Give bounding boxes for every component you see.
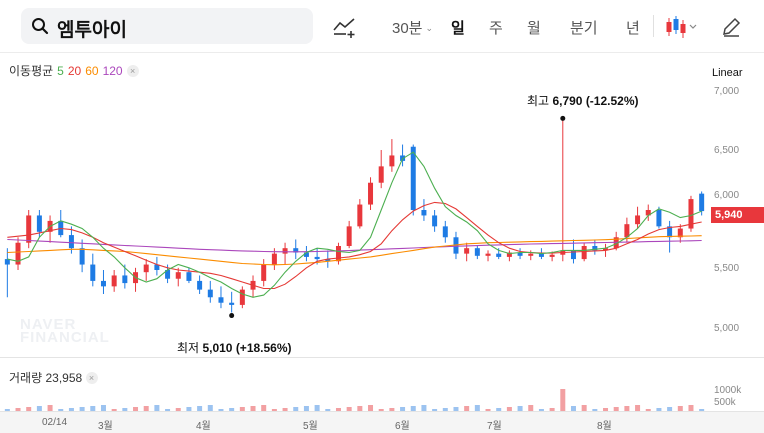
candle-body (271, 253, 277, 265)
x-label: 5월 (303, 421, 318, 432)
candle-body (421, 210, 427, 216)
candle-body (186, 272, 192, 281)
candle-body (239, 289, 245, 305)
candle-body (197, 280, 203, 290)
candle-body (464, 248, 470, 254)
candle-body (282, 248, 288, 254)
ma20-line (7, 201, 702, 290)
candle-body (389, 155, 395, 167)
candle-body (432, 215, 438, 227)
low-marker (229, 313, 235, 319)
x-label: 6월 (395, 421, 410, 432)
candle-body (175, 272, 181, 279)
close-icon[interactable]: × (85, 372, 98, 384)
candle-body (122, 275, 128, 284)
candle-body (496, 253, 502, 257)
candle-body (36, 215, 42, 232)
volume-bar (560, 389, 566, 411)
candle-body (229, 302, 235, 305)
price-tick: 7,000 (714, 86, 740, 97)
price-chart[interactable] (0, 0, 764, 433)
price-tick: 6,000 (714, 190, 740, 201)
candle-body (581, 246, 587, 260)
price-tick: 5,500 (714, 263, 740, 274)
candle-body (485, 253, 491, 256)
candle-body (68, 235, 74, 249)
price-tick: 5,000 (714, 323, 740, 334)
candle-body (218, 297, 224, 303)
current-price-tag: 5,940 (711, 207, 764, 223)
candle-body (635, 215, 641, 225)
pane-divider (0, 357, 764, 358)
volume-legend: 거래량 23,958 × (9, 369, 98, 386)
candle-body (528, 253, 534, 256)
candle-body (79, 248, 85, 265)
volume-tick: 500k (714, 397, 736, 408)
x-label: 3월 (98, 421, 113, 432)
high-annotation: 최고 6,790 (-12.52%) (527, 94, 639, 108)
x-label: 7월 (487, 421, 502, 432)
candle-body (699, 193, 705, 212)
candle-body (100, 280, 106, 287)
candle-body (378, 166, 384, 183)
low-annotation: 최저 5,010 (+18.56%) (177, 341, 292, 355)
candle-body (207, 289, 213, 298)
x-label: 02/14 (42, 417, 68, 428)
candle-body (26, 215, 32, 243)
candle-body (346, 226, 352, 246)
ma5-line (7, 151, 702, 298)
x-label: 8월 (597, 421, 612, 432)
candle-body (368, 182, 374, 205)
candle-body (111, 275, 117, 287)
candle-body (90, 264, 96, 281)
candle-body (335, 246, 341, 262)
volume-tick: 1000k (714, 385, 742, 396)
candle-body (656, 210, 662, 227)
candle-body (474, 248, 480, 256)
price-tick: 6,500 (714, 145, 740, 156)
x-label: 4월 (196, 421, 211, 432)
candle-body (549, 254, 555, 257)
candle-body (261, 264, 267, 281)
high-marker (560, 115, 566, 121)
candle-body (410, 146, 416, 210)
candle-body (143, 264, 149, 273)
candle-body (442, 226, 448, 238)
candle-body (314, 256, 320, 260)
candle-body (357, 204, 363, 227)
x-axis (0, 412, 764, 433)
